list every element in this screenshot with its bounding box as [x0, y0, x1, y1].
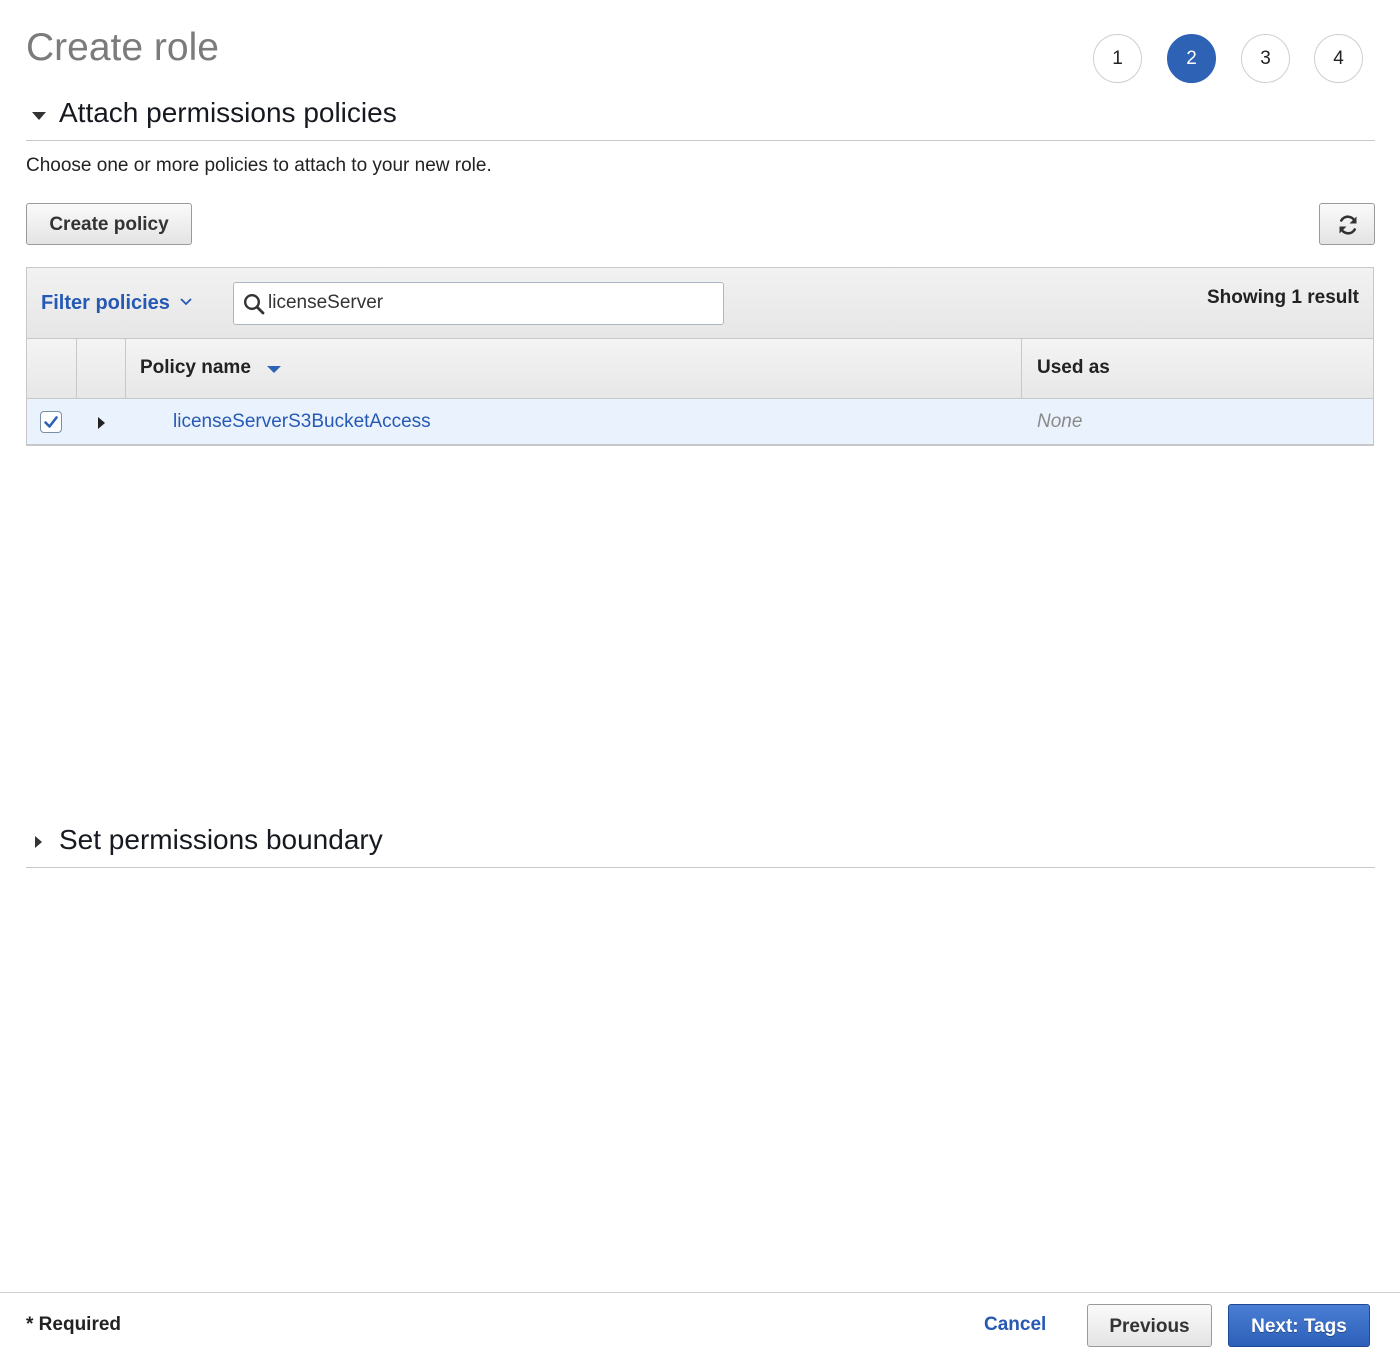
filter-policies-dropdown[interactable]: Filter policies: [41, 291, 170, 315]
search-box: [233, 282, 724, 325]
required-note: * Required: [26, 1314, 122, 1335]
wizard-step-4[interactable]: 4: [1314, 34, 1363, 83]
column-divider: [76, 339, 77, 398]
result-count: Showing 1 result: [1206, 287, 1359, 308]
caret-down-icon: [32, 112, 46, 120]
column-header-policy-name[interactable]: Policy name: [140, 356, 251, 380]
row-checkbox[interactable]: [40, 411, 62, 433]
section-description: Choose one or more policies to attach to…: [26, 155, 492, 176]
attach-policies-title: Attach permissions policies: [59, 97, 397, 128]
chevron-down-icon[interactable]: [179, 297, 193, 307]
search-input[interactable]: [268, 289, 708, 317]
caret-right-icon[interactable]: [98, 417, 105, 429]
permissions-boundary-section-header[interactable]: Set permissions boundary: [26, 823, 1375, 868]
table-toolbar: Filter policies Showing 1 result: [27, 268, 1373, 339]
wizard-footer: * Required Cancel Previous Next: Tags: [0, 1292, 1400, 1356]
next-tags-button[interactable]: Next: Tags: [1228, 1304, 1370, 1347]
wizard-step-3[interactable]: 3: [1241, 34, 1290, 83]
sort-down-icon[interactable]: [267, 366, 281, 373]
attach-policies-section-header[interactable]: Attach permissions policies: [26, 96, 1375, 141]
permissions-boundary-title: Set permissions boundary: [59, 824, 383, 855]
wizard-step-2-active[interactable]: 2: [1167, 34, 1216, 83]
policy-name-link[interactable]: licenseServerS3BucketAccess: [173, 410, 431, 434]
column-divider: [1021, 339, 1022, 398]
used-as-value: None: [1037, 411, 1083, 432]
previous-button[interactable]: Previous: [1087, 1304, 1212, 1347]
cancel-button[interactable]: Cancel: [984, 1313, 1046, 1337]
table-row[interactable]: licenseServerS3BucketAccess None: [27, 399, 1373, 445]
search-icon: [243, 293, 265, 315]
refresh-button[interactable]: [1319, 203, 1375, 245]
create-policy-button[interactable]: Create policy: [26, 203, 192, 245]
refresh-icon: [1339, 215, 1357, 235]
column-header-used-as[interactable]: Used as: [1037, 356, 1110, 380]
checkmark-icon: [44, 416, 58, 428]
page-title: Create role: [26, 26, 219, 69]
caret-right-icon: [35, 836, 42, 848]
table-header: Policy name Used as: [27, 339, 1373, 399]
policies-table: Filter policies Showing 1 result Policy …: [26, 267, 1374, 446]
column-divider: [125, 339, 126, 398]
wizard-step-1[interactable]: 1: [1093, 34, 1142, 83]
